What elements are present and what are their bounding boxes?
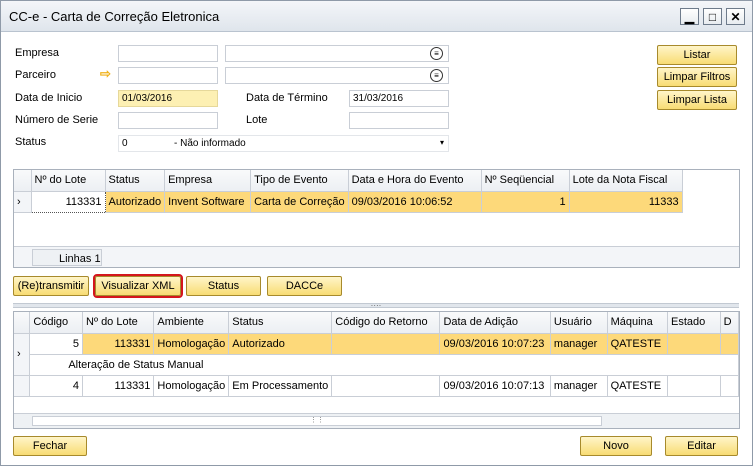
- status-label: Status: [15, 136, 47, 148]
- status-button[interactable]: Status: [186, 276, 261, 296]
- empresa-code-field[interactable]: [118, 45, 218, 62]
- col-header-status[interactable]: Status: [228, 312, 333, 334]
- editar-button[interactable]: Editar: [665, 436, 738, 456]
- row-header[interactable]: [14, 375, 31, 397]
- cell-estado[interactable]: [667, 375, 721, 397]
- cell-lote[interactable]: 113331: [30, 190, 106, 213]
- col-header-data-hora[interactable]: Data e Hora do Evento: [348, 170, 482, 192]
- dacce-button[interactable]: DACCe: [267, 276, 342, 296]
- grid-footer: Linhas 1: [14, 246, 739, 267]
- cell-data-adicao[interactable]: 09/03/2016 10:07:23: [439, 333, 551, 355]
- status-value: - Não informado: [174, 138, 246, 149]
- col-header-status[interactable]: Status: [105, 170, 166, 192]
- col-header-codigo-retorno[interactable]: Código do Retorno: [331, 312, 441, 334]
- col-header-empresa[interactable]: Empresa: [164, 170, 252, 192]
- retransmitir-button[interactable]: (Re)transmitir: [13, 276, 89, 296]
- visualizar-xml-button[interactable]: Visualizar XML: [93, 274, 183, 298]
- data-termino-label: Data de Término: [246, 92, 328, 104]
- link-arrow-icon[interactable]: ⇨: [100, 66, 111, 82]
- empresa-name-field[interactable]: [225, 45, 449, 62]
- cell-ambiente[interactable]: Homologação: [153, 333, 230, 355]
- parceiro-list-icon[interactable]: ≡: [430, 69, 443, 82]
- maximize-button[interactable]: □: [703, 8, 722, 25]
- scrollbar-thumb[interactable]: ⋮⋮: [32, 416, 602, 426]
- limpar-lista-button[interactable]: Limpar Lista: [657, 90, 737, 110]
- cell-estado[interactable]: [667, 333, 721, 355]
- empresa-label: Empresa: [15, 47, 60, 59]
- panel-splitter[interactable]: ····: [13, 302, 739, 310]
- cell-maquina[interactable]: QATESTE: [607, 375, 668, 397]
- cell-codigo[interactable]: 5: [29, 333, 84, 355]
- linhas-counter: Linhas 1: [32, 249, 102, 266]
- cell-status[interactable]: Autorizado: [228, 333, 333, 355]
- table-row[interactable]: › 113331 Autorizado Invent Software Cart…: [14, 190, 683, 213]
- col-header-lote[interactable]: Nº do Lote: [82, 312, 155, 334]
- col-header-tipo-evento[interactable]: Tipo de Evento: [250, 170, 349, 192]
- cce-window: CC-e - Carta de Correção Eletronica ▁ □ …: [0, 0, 753, 466]
- novo-button[interactable]: Novo: [580, 436, 652, 456]
- cell-sequencial[interactable]: 1: [481, 191, 570, 213]
- data-inicio-label: Data de Inicio: [15, 92, 83, 104]
- row-selector-icon[interactable]: ›: [14, 191, 32, 213]
- cell-d[interactable]: [720, 375, 739, 397]
- cell-usuario[interactable]: manager: [550, 333, 608, 355]
- cell-codigo-retorno[interactable]: [331, 375, 441, 397]
- parceiro-name-field[interactable]: [225, 67, 449, 84]
- cell-ambiente[interactable]: Homologação: [153, 375, 230, 397]
- cell-d[interactable]: [720, 333, 739, 355]
- window-title: CC-e - Carta de Correção Eletronica: [9, 9, 220, 24]
- cell-lote[interactable]: 113331: [82, 333, 155, 355]
- chevron-down-icon: ▾: [439, 138, 444, 147]
- group-row: Alteração de Status Manual: [14, 354, 739, 376]
- row-header-corner: [14, 312, 31, 334]
- cell-codigo-retorno[interactable]: [331, 333, 441, 355]
- empresa-list-icon[interactable]: ≡: [430, 47, 443, 60]
- data-inicio-field[interactable]: 01/03/2016: [118, 90, 218, 107]
- col-header-codigo[interactable]: Código: [29, 312, 84, 334]
- data-termino-field[interactable]: 31/03/2016: [349, 90, 449, 107]
- cell-tipo-evento[interactable]: Carta de Correção: [250, 191, 349, 213]
- col-header-usuario[interactable]: Usuário: [550, 312, 608, 334]
- parceiro-code-field[interactable]: [118, 67, 218, 84]
- limpar-filtros-button[interactable]: Limpar Filtros: [657, 67, 737, 87]
- status-select[interactable]: 0 - Não informado ▾: [118, 135, 449, 152]
- title-bar[interactable]: CC-e - Carta de Correção Eletronica ▁ □ …: [1, 1, 752, 32]
- numero-serie-field[interactable]: [118, 112, 218, 129]
- listar-button[interactable]: Listar: [657, 45, 737, 65]
- status-code: 0: [122, 138, 128, 149]
- row-header-corner: [14, 170, 32, 192]
- horizontal-scrollbar[interactable]: ⋮⋮: [14, 413, 739, 428]
- cell-data-adicao[interactable]: 09/03/2016 10:07:13: [439, 375, 551, 397]
- row-selector-icon[interactable]: ›: [14, 333, 31, 376]
- minimize-button[interactable]: ▁: [680, 8, 699, 25]
- cell-lote-nf[interactable]: 11333: [569, 191, 683, 213]
- cell-usuario[interactable]: manager: [550, 375, 608, 397]
- col-header-data-adicao[interactable]: Data de Adição: [439, 312, 551, 334]
- cell-status[interactable]: Em Processamento: [228, 375, 333, 397]
- col-header-estado[interactable]: Estado: [667, 312, 721, 334]
- historico-grid: Código Nº do Lote Ambiente Status Código…: [13, 311, 740, 429]
- cell-data-hora[interactable]: 09/03/2016 10:06:52: [348, 191, 482, 213]
- cell-lote[interactable]: 113331: [82, 375, 155, 397]
- table-row[interactable]: › 5 113331 Homologação Autorizado 09/03/…: [14, 333, 739, 376]
- lote-label: Lote: [246, 114, 268, 126]
- col-header-lote-nf[interactable]: Lote da Nota Fiscal: [569, 170, 683, 192]
- close-button[interactable]: ✕: [726, 8, 745, 25]
- lote-field[interactable]: [349, 112, 449, 129]
- cell-empresa[interactable]: Invent Software: [164, 191, 252, 213]
- col-header-d[interactable]: D: [720, 312, 739, 334]
- fechar-button[interactable]: Fechar: [13, 436, 87, 456]
- col-header-maquina[interactable]: Máquina: [607, 312, 668, 334]
- col-header-ambiente[interactable]: Ambiente: [153, 312, 230, 334]
- cell-status[interactable]: Autorizado: [105, 191, 166, 213]
- cell-codigo[interactable]: 4: [29, 375, 84, 397]
- col-header-sequencial[interactable]: Nº Seqüencial: [481, 170, 570, 192]
- cell-maquina[interactable]: QATESTE: [607, 333, 668, 355]
- eventos-grid: Nº do Lote Status Empresa Tipo de Evento…: [13, 169, 740, 268]
- parceiro-label: Parceiro: [15, 69, 56, 81]
- group-label: Alteração de Status Manual: [29, 354, 739, 376]
- numero-serie-label: Número de Serie: [15, 114, 99, 126]
- table-row[interactable]: 4 113331 Homologação Em Processamento 09…: [14, 375, 739, 397]
- col-header-lote[interactable]: Nº do Lote: [31, 170, 106, 192]
